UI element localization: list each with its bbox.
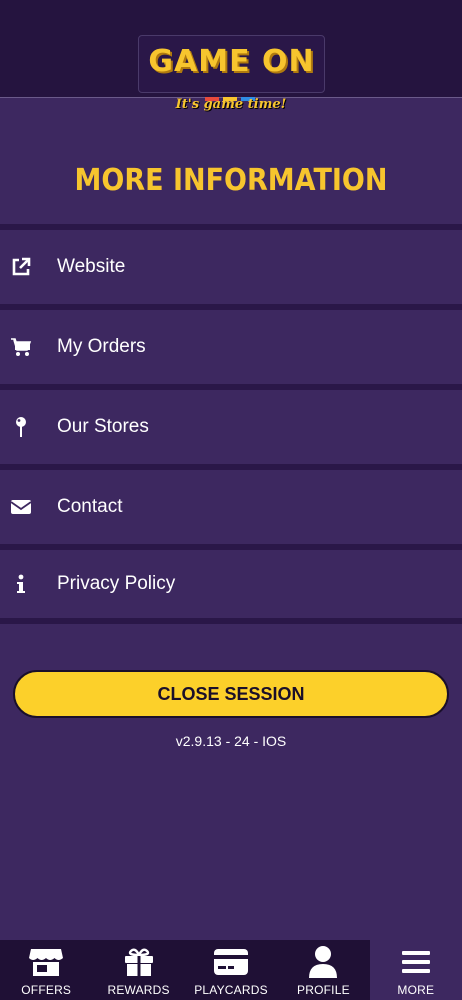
tab-profile[interactable]: PROFILE (277, 940, 369, 1000)
tab-label: MORE (397, 983, 435, 997)
tab-playcards[interactable]: PLAYCARDS (185, 940, 277, 1000)
store-icon (29, 945, 64, 979)
menu-item-my-orders[interactable]: My Orders (0, 304, 462, 384)
tab-rewards[interactable]: REWARDS (92, 940, 184, 1000)
info-menu: Website My Orders Our Stores Contact Pri… (0, 224, 462, 624)
tab-label: OFFERS (21, 983, 72, 997)
logo-tagline: It's game time! (175, 97, 287, 112)
menu-item-label: My Orders (57, 336, 146, 357)
app-header: GAME ON (0, 0, 462, 101)
close-session-button[interactable]: CLOSE SESSION (13, 670, 449, 718)
menu-item-our-stores[interactable]: Our Stores (0, 384, 462, 464)
card-icon (214, 945, 249, 979)
logo-text: GAME ON (148, 44, 315, 79)
external-link-icon (10, 256, 32, 278)
menu-item-contact[interactable]: Contact (0, 464, 462, 544)
logo-color-bars (205, 88, 265, 101)
tab-label: PLAYCARDS (194, 983, 268, 997)
menu-item-website[interactable]: Website (0, 224, 462, 304)
app-version: v2.9.13 - 24 - IOS (175, 733, 287, 749)
cart-icon (10, 336, 32, 358)
gift-icon (122, 945, 156, 979)
menu-item-privacy-policy[interactable]: Privacy Policy (0, 544, 462, 624)
menu-item-label: Privacy Policy (57, 573, 176, 594)
menu-item-label: Website (57, 256, 126, 277)
menu-item-label: Our Stores (57, 416, 149, 437)
bottom-tab-bar: OFFERS REWARDS PLAYCARDS PROFILE MORE (0, 940, 462, 1000)
tab-more[interactable]: MORE (369, 940, 462, 1000)
page-title: MORE INFORMATION (74, 163, 388, 198)
user-icon (306, 945, 340, 979)
menu-item-label: Contact (57, 496, 123, 517)
envelope-icon (10, 496, 32, 518)
info-icon (10, 573, 32, 595)
map-pin-icon (10, 416, 32, 438)
tab-offers[interactable]: OFFERS (0, 940, 92, 1000)
app-logo[interactable]: GAME ON (138, 35, 325, 101)
tab-label: REWARDS (107, 983, 170, 997)
tab-label: PROFILE (297, 983, 350, 997)
menu-icon (399, 945, 433, 979)
